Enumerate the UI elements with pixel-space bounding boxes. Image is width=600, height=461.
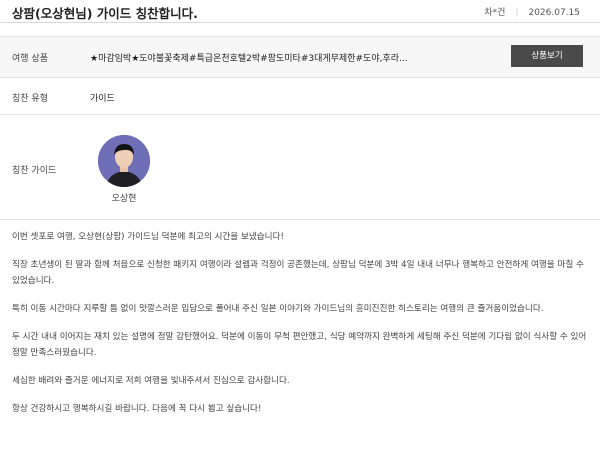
body-paragraph: 항상 건강하시고 행복하시길 바랍니다. 다음에 꼭 다시 뵙고 싶습니다! <box>12 404 262 414</box>
body-paragraph: 이번 셋포로 여행, 오상현(상팜) 가이드님 덕분에 최고의 시간을 보냈습니… <box>12 232 284 242</box>
post-header: 상팜(오상현님) 가이드 칭찬합니다. 차*건 | 2026.07.15 <box>0 0 600 23</box>
guide-avatar <box>98 135 150 187</box>
guide-label: 칭찬 가이드 <box>12 166 57 176</box>
guide-row: 칭찬 가이드 오상현 <box>0 115 600 220</box>
post-body: 이번 셋포로 여행, 오상현(상팜) 가이드님 덕분에 최고의 시간을 보냈습니… <box>12 229 590 429</box>
praise-type-label: 칭찬 유형 <box>12 94 48 104</box>
praise-type-row: 칭찬 유형 가이드 <box>0 80 600 115</box>
view-product-button[interactable]: 상품보기 <box>511 45 583 67</box>
post-date: 2026.07.15 <box>528 8 580 18</box>
body-paragraph: 두 시간 내내 이어지는 재치 있는 설명에 정말 감탄했어요. 덕분에 이동이… <box>12 332 587 358</box>
author-name: 차*건 <box>484 8 506 18</box>
product-label: 여행 상품 <box>12 54 48 64</box>
product-row: 여행 상품 ★마감임박★도야불꽃축제#특급온천호텔2박#팜도미타#3대게무제한#… <box>0 36 600 78</box>
post-meta: 차*건 | 2026.07.15 <box>484 5 580 18</box>
product-name: ★마감임박★도야불꽃축제#특급온천호텔2박#팜도미타#3대게무제한#도야,후라.… <box>90 54 408 64</box>
praise-type-value: 가이드 <box>90 94 115 104</box>
body-paragraph: 특히 이동 시간마다 지루할 틈 없이 맛깔스러운 입담으로 풀어내 주신 일본… <box>12 304 544 314</box>
post-title: 상팜(오상현님) 가이드 칭찬합니다. <box>12 6 198 21</box>
person-icon <box>98 135 150 187</box>
body-paragraph: 세심한 배려와 즐거운 에너지로 저희 여행을 빛내주셔서 진심으로 감사합니다… <box>12 376 290 386</box>
guide-name: 오상현 <box>111 194 137 204</box>
body-paragraph: 직장 초년생이 된 딸과 함께 처음으로 신청한 패키지 여행이라 설렘과 걱정… <box>12 260 584 286</box>
meta-divider: | <box>515 8 519 18</box>
